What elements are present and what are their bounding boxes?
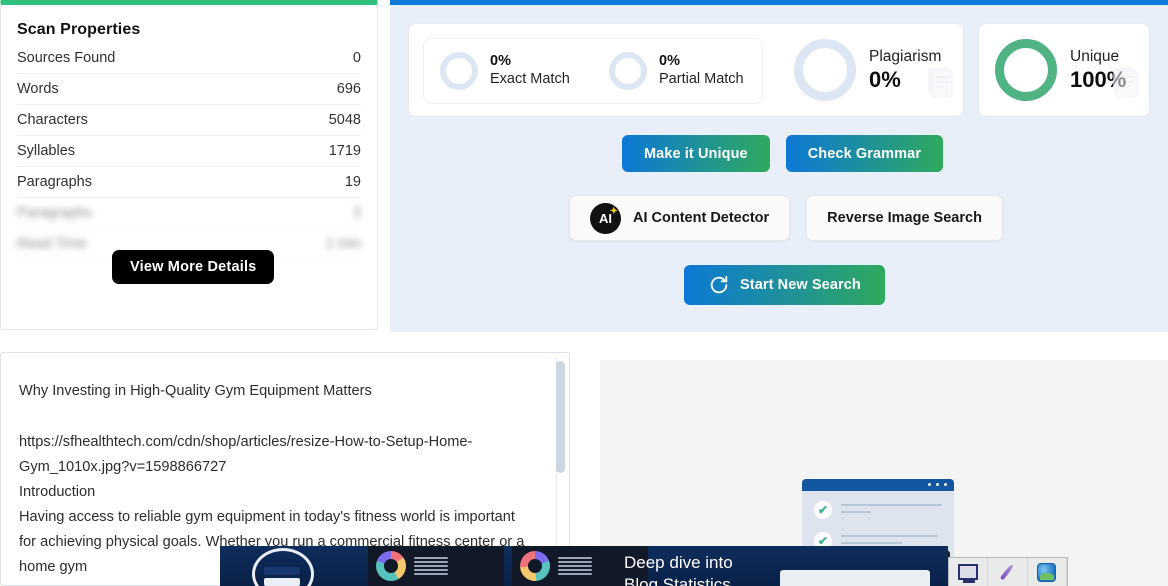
metric-unique: Unique 100% bbox=[978, 23, 1150, 117]
document-section-title: Introduction bbox=[19, 484, 96, 500]
scrollbar-thumb[interactable] bbox=[556, 361, 565, 473]
exact-match-percent: 0% bbox=[490, 53, 511, 69]
row-value: 5048 bbox=[328, 112, 361, 128]
start-new-search-button[interactable]: Start New Search bbox=[684, 265, 885, 305]
chart-legend bbox=[558, 557, 592, 575]
metric-plagiarism: Plagiarism 0% bbox=[778, 23, 968, 117]
reverse-image-search-label: Reverse Image Search bbox=[827, 210, 982, 226]
metric-partial-match: 0% Partial Match bbox=[593, 52, 762, 90]
plagiarism-percent: 0% bbox=[869, 67, 901, 92]
table-row: Syllables 1719 bbox=[17, 136, 361, 167]
feather-pen-icon bbox=[1000, 563, 1015, 581]
window-dots-icon bbox=[928, 483, 947, 486]
document-url: https://sfhealthtech.com/cdn/shop/articl… bbox=[19, 434, 473, 475]
view-more-details-button[interactable]: View More Details bbox=[112, 250, 275, 284]
results-panel: 0% Exact Match 0% Partial Match Plagiari… bbox=[390, 0, 1168, 332]
row-label: Syllables bbox=[17, 143, 76, 159]
placeholder-lines bbox=[841, 501, 942, 518]
new-search-row: Start New Search bbox=[684, 265, 885, 305]
row-label: Paragraphs bbox=[17, 205, 92, 221]
ai-badge-icon: AI ✦ bbox=[590, 202, 621, 234]
row-value: 3 bbox=[352, 205, 361, 221]
ai-content-detector-button[interactable]: AI ✦ AI Content Detector bbox=[569, 195, 791, 241]
chart-legend bbox=[414, 557, 448, 575]
monitor-icon bbox=[958, 564, 979, 583]
globe-icon bbox=[1037, 562, 1057, 582]
taskbar-item-editor[interactable] bbox=[988, 558, 1028, 586]
donut-chart-icon bbox=[520, 551, 550, 581]
metric-exact-match: 0% Exact Match bbox=[424, 52, 593, 90]
taskbar bbox=[948, 557, 1068, 586]
unique-label: Unique bbox=[1070, 48, 1120, 65]
partial-match-ring-icon bbox=[609, 52, 647, 90]
brand-logo-icon bbox=[252, 548, 314, 586]
page-title: Scan Properties bbox=[17, 21, 141, 38]
exact-match-label: Exact Match bbox=[490, 71, 570, 87]
table-row: Words 696 bbox=[17, 74, 361, 105]
start-new-search-label: Start New Search bbox=[740, 277, 861, 293]
plagiarism-ring-icon bbox=[794, 39, 856, 101]
exact-match-ring-icon bbox=[440, 52, 478, 90]
sparkle-icon: ✦ bbox=[609, 205, 618, 217]
ad-title-line2: Blog Statistics bbox=[624, 575, 731, 586]
primary-action-row: Make it Unique Check Grammar bbox=[622, 135, 944, 172]
make-it-unique-button[interactable]: Make it Unique bbox=[622, 135, 770, 172]
plagiarism-label: Plagiarism bbox=[869, 48, 942, 65]
ad-input-field[interactable] bbox=[780, 570, 930, 586]
check-icon: ✔ bbox=[814, 501, 832, 519]
table-row: Sources Found 0 bbox=[17, 43, 361, 74]
video-ad-overlay[interactable]: Deep dive into Blog Statistics bbox=[220, 546, 948, 586]
ad-chart-slide bbox=[368, 546, 504, 586]
row-label: Paragraphs bbox=[17, 174, 92, 190]
match-metrics-group: 0% Exact Match 0% Partial Match bbox=[423, 38, 763, 104]
secondary-action-row: AI ✦ AI Content Detector Reverse Image S… bbox=[569, 195, 1003, 241]
ai-content-detector-label: AI Content Detector bbox=[633, 210, 770, 226]
partial-match-percent: 0% bbox=[659, 53, 680, 69]
row-value: 1719 bbox=[328, 143, 361, 159]
table-row-blurred: Paragraphs 3 bbox=[17, 198, 361, 229]
row-value: 1 min bbox=[325, 236, 361, 252]
row-label: Sources Found bbox=[17, 50, 116, 66]
reverse-image-search-button[interactable]: Reverse Image Search bbox=[806, 195, 1003, 241]
partial-match-label: Partial Match bbox=[659, 71, 744, 87]
refresh-icon bbox=[710, 275, 728, 294]
taskbar-item-monitor[interactable] bbox=[949, 558, 989, 586]
taskbar-item-browser[interactable] bbox=[1028, 558, 1067, 586]
table-row: Paragraphs 19 bbox=[17, 167, 361, 198]
row-label: Read Time bbox=[17, 236, 88, 252]
list-item: ✔ bbox=[814, 501, 942, 519]
unique-ring-icon bbox=[995, 39, 1057, 101]
ad-title: Deep dive into Blog Statistics bbox=[624, 552, 733, 586]
ad-title-line1: Deep dive into bbox=[624, 553, 733, 572]
row-value: 19 bbox=[344, 174, 361, 190]
check-grammar-button[interactable]: Check Grammar bbox=[785, 135, 944, 172]
row-label: Words bbox=[17, 81, 59, 97]
donut-chart-icon bbox=[376, 551, 406, 581]
scan-properties-list: Sources Found 0 Words 696 Characters 504… bbox=[1, 43, 377, 260]
scan-properties-card: Scan Properties Sources Found 0 Words 69… bbox=[0, 0, 378, 330]
table-row: Characters 5048 bbox=[17, 105, 361, 136]
row-value: 696 bbox=[336, 81, 361, 97]
document-heading: Why Investing in High-Quality Gym Equipm… bbox=[19, 383, 372, 399]
row-label: Characters bbox=[17, 112, 88, 128]
row-value: 0 bbox=[352, 50, 361, 66]
unique-percent: 100% bbox=[1070, 67, 1127, 92]
browser-titlebar bbox=[802, 479, 954, 491]
app-root: Scan Properties Sources Found 0 Words 69… bbox=[0, 0, 1168, 586]
